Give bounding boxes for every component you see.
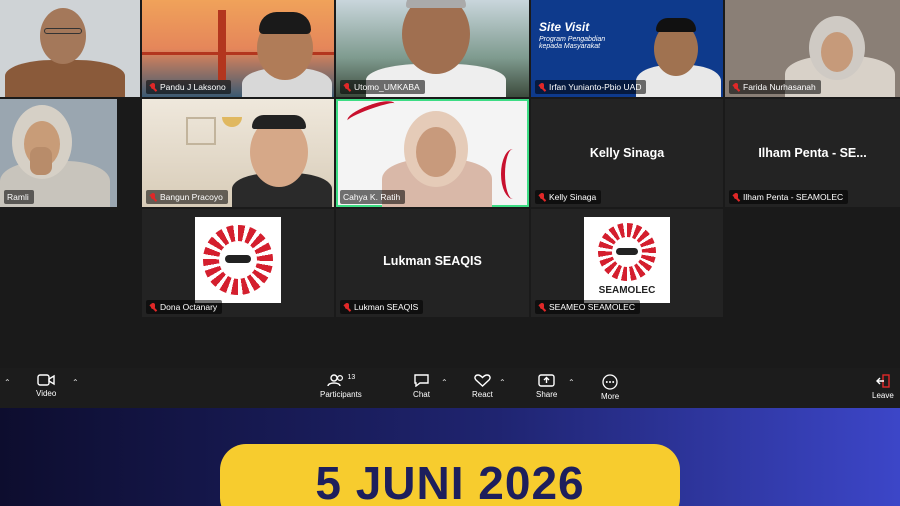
participant-name-tag: Bangun Pracoyo	[146, 190, 228, 204]
more-options-icon	[602, 374, 618, 390]
participant-name-tag: Pandu J Laksono	[146, 80, 231, 94]
participants-count: 13	[347, 374, 356, 381]
chat-button[interactable]: Chat	[413, 374, 430, 399]
participant-display-name: Ilham Penta - SE...	[758, 146, 867, 160]
participant-video	[0, 0, 140, 97]
chat-bubble-icon	[414, 374, 429, 387]
chevron-up-icon[interactable]: ⌃	[441, 378, 448, 387]
muted-mic-icon	[149, 82, 156, 92]
video-tile-p5[interactable]: Farida Nurhasanah	[725, 0, 900, 97]
muted-mic-icon	[732, 192, 739, 202]
participant-name-tag: Cahya K. Ratih	[340, 190, 406, 204]
video-tile-p12[interactable]: Lukman SEAQIS Lukman SEAQIS	[336, 209, 529, 317]
participant-video	[636, 10, 721, 97]
participants-icon	[326, 374, 343, 387]
react-button[interactable]: React	[472, 374, 493, 399]
participant-name-tag: Utomo_UMKABA	[340, 80, 425, 94]
golden-gate-bridge-background	[218, 10, 226, 80]
participant-name-tag: Lukman SEAQIS	[340, 300, 424, 314]
muted-mic-icon	[538, 82, 545, 92]
virtual-background-site-visit: Site Visit Program Pengabdian kepada Mas…	[539, 20, 606, 50]
participant-name-tag: Kelly Sinaga	[535, 190, 602, 204]
participant-name-tag: SEAMEO SEAMOLEC	[535, 300, 640, 314]
muted-mic-icon	[732, 82, 739, 92]
video-button[interactable]: Video	[36, 374, 56, 398]
participant-name-tag: Ilham Penta - SEAMOLEC	[729, 190, 849, 204]
video-tile-p1[interactable]	[0, 0, 140, 97]
seamolec-logo-avatar: SEAMOLEC	[584, 217, 670, 303]
muted-mic-icon	[538, 192, 545, 202]
muted-mic-icon	[149, 302, 156, 312]
muted-mic-icon	[343, 82, 350, 92]
video-tile-p8-active-speaker[interactable]: Cahya K. Ratih	[336, 99, 529, 207]
participant-name-tag: Irfan Yunianto-Pbio UAD	[535, 80, 647, 94]
chevron-up-icon[interactable]: ⌃	[4, 378, 11, 387]
video-tile-p11[interactable]: Dona Octanary	[142, 209, 334, 317]
more-button[interactable]: More	[601, 374, 619, 401]
zoom-meeting-window: { "participants": [ {"name": "", "key": …	[0, 0, 900, 506]
participant-name-tag: Ramli	[4, 190, 34, 204]
video-tile-p10[interactable]: Ilham Penta - SE... Ilham Penta - SEAMOL…	[725, 99, 900, 207]
leave-button[interactable]: Leave	[872, 374, 894, 400]
video-tile-p9[interactable]: Kelly Sinaga Kelly Sinaga	[531, 99, 723, 207]
muted-mic-icon	[343, 302, 350, 312]
seamolec-emblem-avatar	[195, 217, 281, 303]
leave-door-icon	[875, 374, 890, 388]
video-tile-p4[interactable]: Site Visit Program Pengabdian kepada Mas…	[531, 0, 723, 97]
participant-display-name: Lukman SEAQIS	[383, 254, 482, 268]
video-tile-p7[interactable]: Bangun Pracoyo	[142, 99, 334, 207]
participant-name-tag: Dona Octanary	[146, 300, 223, 314]
meeting-toolbar: ⌃ Video ⌃ 13 Participants Chat ⌃ React ⌃…	[0, 368, 900, 408]
share-screen-icon	[538, 374, 555, 387]
participants-button[interactable]: 13 Participants	[320, 374, 362, 399]
video-tile-p6[interactable]: Ramli	[0, 99, 117, 207]
chevron-up-icon[interactable]: ⌃	[568, 378, 575, 387]
chevron-up-icon[interactable]: ⌃	[72, 378, 79, 387]
video-camera-icon	[37, 374, 55, 386]
video-tile-p3[interactable]: Utomo_UMKABA	[336, 0, 529, 97]
participant-name-tag: Farida Nurhasanah	[729, 80, 821, 94]
interior-background	[186, 117, 216, 145]
date-pill: 5 JUNI 2026	[220, 444, 680, 506]
share-button[interactable]: Share	[536, 374, 557, 399]
chevron-up-icon[interactable]: ⌃	[499, 378, 506, 387]
video-tile-p2[interactable]: Pandu J Laksono	[142, 0, 334, 97]
muted-mic-icon	[538, 302, 545, 312]
muted-mic-icon	[149, 192, 156, 202]
participant-video	[232, 111, 332, 207]
participant-display-name: Kelly Sinaga	[589, 146, 665, 160]
event-date: 5 JUNI 2026	[315, 457, 585, 506]
participant-video	[242, 10, 332, 97]
event-date-banner: 5 JUNI 2026	[0, 408, 900, 506]
video-tile-p13[interactable]: SEAMOLEC SEAMEO SEAMOLEC	[531, 209, 723, 317]
heart-react-icon	[474, 374, 491, 387]
